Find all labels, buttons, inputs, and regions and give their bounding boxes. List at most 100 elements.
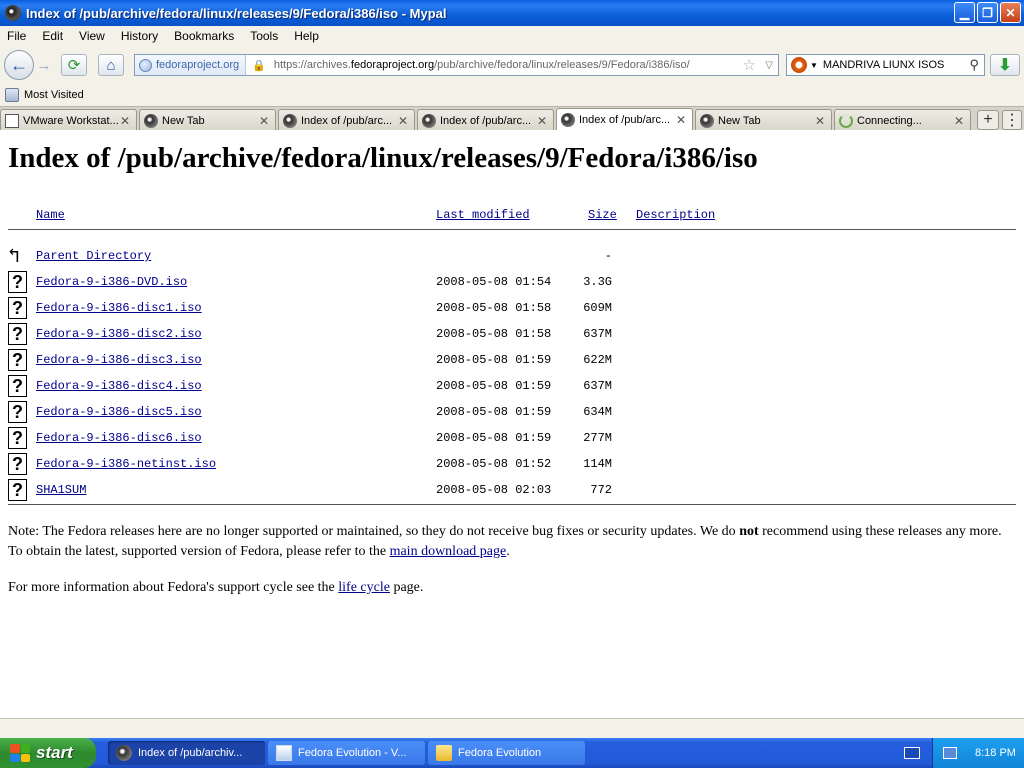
menu-view[interactable]: View (71, 29, 113, 43)
page-content: Index of /pub/archive/fedora/linux/relea… (0, 130, 1024, 718)
menu-tools[interactable]: Tools (242, 29, 286, 43)
mypal-favicon (283, 113, 297, 128)
file-link[interactable]: Fedora-9-i386-disc6.iso (36, 431, 202, 445)
network-icon[interactable] (943, 747, 957, 759)
keyboard-icon[interactable] (904, 747, 920, 759)
parent-directory-link[interactable]: Parent Directory (36, 249, 151, 263)
column-header-last-modified[interactable]: Last modified (436, 208, 530, 222)
tab-vmware[interactable]: VMware Workstat... ✕ (0, 109, 137, 131)
navigation-toolbar: ← → ⟳ ⌂ fedoraproject.org 🔒 https://arch… (0, 46, 1024, 84)
file-link[interactable]: Fedora-9-i386-disc4.iso (36, 379, 202, 393)
new-tab-button[interactable]: + (977, 110, 999, 130)
home-button[interactable]: ⌂ (98, 54, 124, 76)
mypal-app-icon[interactable] (5, 5, 21, 21)
back-arrow-icon: ↰ (8, 246, 21, 269)
tab-close-icon[interactable]: ✕ (118, 114, 132, 128)
file-link[interactable]: Fedora-9-i386-netinst.iso (36, 457, 216, 471)
search-input[interactable]: MANDRIVA LIUNX ISOS (823, 59, 944, 71)
unknown-file-icon: ? (8, 453, 27, 475)
bookmark-star-icon[interactable]: ☆ (743, 56, 756, 74)
search-bar[interactable]: ▼ MANDRIVA LIUNX ISOS ⚲ (786, 54, 985, 76)
file-size: 277M (583, 431, 612, 445)
column-header-description[interactable]: Description (636, 208, 715, 222)
taskbar-item-label: Fedora Evolution (458, 747, 542, 759)
url-prefix: https://archives. (273, 59, 351, 71)
reload-button[interactable]: ⟳ (61, 54, 87, 76)
windows-taskbar: start Index of /pub/archiv... Fedora Evo… (0, 738, 1024, 768)
system-tray: 8:18 PM (932, 738, 1024, 768)
file-row: ? Fedora-9-i386-disc5.iso 2008-05-08 01:… (0, 401, 1024, 431)
life-cycle-note: For more information about Fedora's supp… (8, 578, 1008, 598)
url-text[interactable]: https://archives.fedoraproject.org/pub/a… (274, 59, 690, 71)
tab-new-tab-2[interactable]: New Tab ✕ (695, 109, 832, 131)
clock[interactable]: 8:18 PM (975, 747, 1016, 759)
unknown-file-icon: ? (8, 479, 27, 501)
unknown-file-icon: ? (8, 375, 27, 397)
column-header-name[interactable]: Name (36, 208, 65, 222)
file-size: - (604, 249, 612, 263)
tab-close-icon[interactable]: ✕ (396, 114, 410, 128)
tab-close-icon[interactable]: ✕ (257, 114, 271, 128)
file-date: 2008-05-08 02:03 (436, 483, 552, 497)
file-link[interactable]: Fedora-9-i386-disc5.iso (36, 405, 202, 419)
taskbar-item-browser[interactable]: Index of /pub/archiv... (108, 741, 265, 765)
tab-label: VMware Workstat... (23, 114, 118, 127)
loading-spinner-icon (839, 113, 853, 128)
taskbar-item-fedora-evolution-web[interactable]: Fedora Evolution - V... (268, 741, 425, 765)
file-row: ? Fedora-9-i386-disc6.iso 2008-05-08 01:… (0, 427, 1024, 457)
minimize-button[interactable]: ▁ (954, 2, 975, 23)
file-size: 637M (583, 327, 612, 341)
tab-close-icon[interactable]: ✕ (813, 114, 827, 128)
menu-file[interactable]: File (0, 29, 34, 43)
file-link[interactable]: Fedora-9-i386-DVD.iso (36, 275, 187, 289)
menu-help[interactable]: Help (286, 29, 327, 43)
file-link[interactable]: Fedora-9-i386-disc3.iso (36, 353, 202, 367)
downloads-button[interactable]: ⬇ (990, 54, 1020, 76)
menu-bookmarks[interactable]: Bookmarks (166, 29, 242, 43)
file-date: 2008-05-08 01:54 (436, 275, 552, 289)
url-dropdown-icon[interactable]: ▽ (765, 60, 773, 71)
header-divider (8, 229, 1016, 230)
forward-button[interactable]: → (35, 56, 53, 74)
globe-icon (139, 58, 152, 72)
tab-connecting[interactable]: Connecting... ✕ (834, 109, 971, 131)
life-cycle-link[interactable]: life cycle (338, 580, 390, 595)
engine-dropdown-icon[interactable]: ▼ (810, 61, 818, 70)
site-identity-button[interactable]: fedoraproject.org (135, 55, 247, 75)
file-link[interactable]: SHA1SUM (36, 483, 86, 497)
file-link[interactable]: Fedora-9-i386-disc2.iso (36, 327, 202, 341)
menu-edit[interactable]: Edit (34, 29, 71, 43)
maximize-button[interactable]: ❐ (977, 2, 998, 23)
tab-index-2[interactable]: Index of /pub/arc... ✕ (417, 109, 554, 131)
tab-close-icon[interactable]: ✕ (952, 114, 966, 128)
file-row: ? Fedora-9-i386-disc2.iso 2008-05-08 01:… (0, 323, 1024, 353)
mypal-favicon (422, 113, 436, 128)
tab-index-active[interactable]: Index of /pub/arc... ✕ (556, 108, 693, 131)
bookmarks-toolbar: Most Visited (0, 84, 1024, 106)
tab-close-icon[interactable]: ✕ (535, 114, 549, 128)
file-size: 622M (583, 353, 612, 367)
taskbar-item-fedora-evolution-folder[interactable]: Fedora Evolution (428, 741, 585, 765)
address-bar[interactable]: fedoraproject.org 🔒 https://archives.fed… (134, 54, 779, 76)
list-all-tabs-button[interactable]: ⋮ (1002, 110, 1022, 130)
tab-new-tab-1[interactable]: New Tab ✕ (139, 109, 276, 131)
search-engine-icon[interactable] (791, 57, 807, 73)
most-visited-bookmark[interactable]: Most Visited (24, 89, 84, 101)
window-title-bar[interactable]: Index of /pub/archive/fedora/linux/relea… (0, 0, 1024, 26)
status-bar (0, 718, 1024, 738)
menu-history[interactable]: History (113, 29, 166, 43)
main-download-page-link[interactable]: main download page (390, 544, 507, 559)
mypal-favicon (561, 113, 575, 127)
window-title: Index of /pub/archive/fedora/linux/relea… (26, 5, 447, 21)
close-window-button[interactable]: ✕ (1000, 2, 1021, 23)
file-link[interactable]: Fedora-9-i386-disc1.iso (36, 301, 202, 315)
back-button[interactable]: ← (4, 50, 34, 80)
start-button[interactable]: start (0, 738, 96, 768)
tab-index-1[interactable]: Index of /pub/arc... ✕ (278, 109, 415, 131)
search-icon[interactable]: ⚲ (969, 57, 979, 73)
tab-close-icon[interactable]: ✕ (674, 113, 688, 127)
page-title: Index of /pub/archive/fedora/linux/relea… (8, 142, 758, 174)
file-date: 2008-05-08 01:59 (436, 405, 552, 419)
unknown-file-icon: ? (8, 271, 27, 293)
column-header-size[interactable]: Size (588, 208, 617, 222)
